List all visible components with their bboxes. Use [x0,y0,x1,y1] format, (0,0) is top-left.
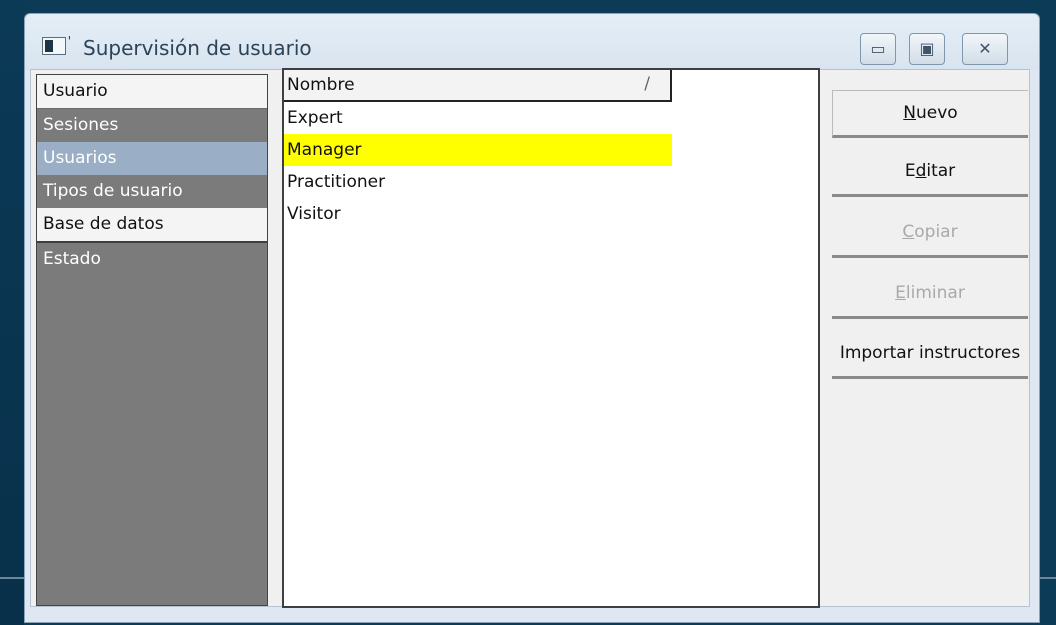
new-button[interactable]: Nuevo [832,90,1028,138]
maximize-icon: ▣ [919,39,935,58]
nav-item-usuarios[interactable]: Usuarios [37,142,267,175]
list-item[interactable]: Visitor [284,198,672,230]
column-header-label: Nombre [287,75,355,95]
button-mnemonic: E [895,283,906,303]
button-text: Importar instructores [839,343,1021,363]
nav-header-base-de-datos[interactable]: Base de datos [37,208,267,243]
column-header-nombre[interactable]: Nombre / [284,70,672,102]
close-button[interactable]: ✕ [962,33,1008,65]
app-icon: ' [42,34,71,55]
button-mnemonic: C [902,222,915,242]
desktop-left-edge [0,0,24,625]
delete-button[interactable]: Eliminar [832,271,1028,319]
nav-item-estado[interactable]: Estado [37,243,267,276]
button-mnemonic: d [915,161,927,181]
nav-panel: Usuario Sesiones Usuarios Tipos de usuar… [36,74,268,606]
maximize-button[interactable]: ▣ [909,33,945,65]
desktop-line [1040,577,1056,579]
button-text: opiar [914,222,958,242]
window-title: Supervisión de usuario [83,36,312,60]
title-bar[interactable]: ' Supervisión de usuario ▭ ▣ ✕ [25,14,1039,70]
desktop-line [0,577,24,579]
button-text: E [904,161,916,181]
close-icon: ✕ [978,39,992,58]
nav-item-sesiones[interactable]: Sesiones [37,109,267,142]
import-instructors-button[interactable]: Importar instructores [832,331,1028,379]
list-item[interactable]: Expert [284,102,672,134]
list-item[interactable]: Manager [284,134,672,166]
user-list[interactable]: Nombre / Expert Manager Practitioner Vis… [282,68,820,608]
edit-button[interactable]: Editar [832,149,1028,197]
sort-indicator-icon: / [644,74,650,94]
minimize-icon: ▭ [870,39,886,58]
nav-item-tipos-de-usuario[interactable]: Tipos de usuario [37,175,267,208]
button-mnemonic: N [903,103,916,123]
button-text: itar [926,161,956,181]
button-text: uevo [916,103,958,123]
list-item[interactable]: Practitioner [284,166,672,198]
minimize-button[interactable]: ▭ [860,33,896,65]
button-text: liminar [905,283,965,303]
copy-button[interactable]: Copiar [832,210,1028,258]
nav-header-usuario[interactable]: Usuario [37,75,267,109]
